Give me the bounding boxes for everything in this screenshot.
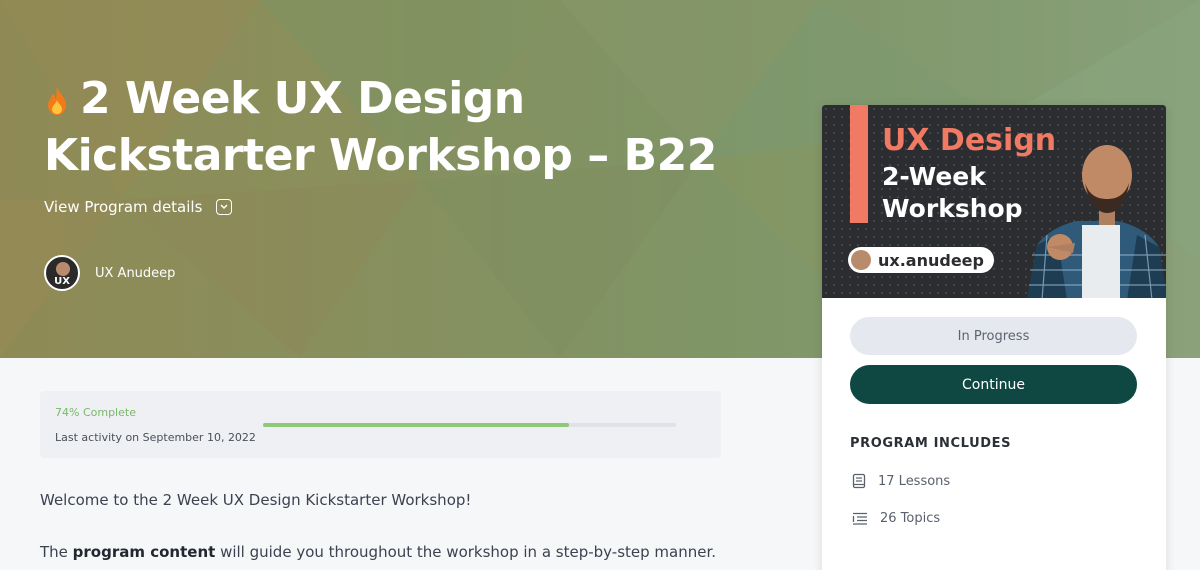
intro-suffix: will guide you throughout the workshop i… — [215, 543, 717, 561]
program-thumbnail: UX Design 2-Week Workshop ux.anudeep — [822, 105, 1166, 298]
progress-panel: 74% Complete Last activity on September … — [40, 391, 721, 458]
lessons-count: 17 Lessons — [878, 473, 951, 489]
progress-bar — [263, 423, 676, 427]
view-program-details-label: View Program details — [44, 198, 203, 216]
topics-item: 26 Topics — [852, 511, 940, 526]
chevron-down-icon[interactable] — [216, 199, 233, 215]
status-badge: In Progress — [850, 317, 1137, 355]
continue-button[interactable]: Continue — [850, 365, 1137, 404]
progress-bar-fill — [263, 423, 569, 427]
program-title: 2 Week UX Design Kickstarter Workshop – … — [44, 70, 740, 184]
last-activity: Last activity on September 10, 2022 — [55, 431, 256, 444]
program-title-line2: Kickstarter Workshop – B22 — [44, 130, 717, 181]
lessons-item: 17 Lessons — [852, 473, 950, 489]
progress-percent: 74% Complete — [55, 406, 136, 419]
welcome-text: Welcome to the 2 Week UX Design Kickstar… — [40, 491, 472, 509]
avatar-text: UX — [54, 276, 70, 287]
book-icon — [852, 473, 866, 489]
fire-icon — [44, 86, 70, 116]
program-includes-heading: PROGRAM INCLUDES — [850, 436, 1012, 451]
avatar[interactable]: UX — [44, 255, 80, 291]
thumbnail-handle: ux.anudeep — [848, 247, 994, 273]
author-name[interactable]: UX Anudeep — [95, 266, 175, 281]
view-program-details-link[interactable]: View Program details — [44, 198, 233, 216]
handle-text: ux.anudeep — [878, 250, 984, 270]
list-icon — [852, 512, 867, 525]
accent-bar — [850, 105, 868, 223]
intro-paragraph: The program content will guide you throu… — [40, 543, 716, 561]
handle-avatar — [851, 250, 871, 270]
intro-prefix: The — [40, 543, 73, 561]
instructor-photo — [1027, 145, 1166, 298]
topics-count: 26 Topics — [880, 511, 941, 526]
program-content-bold: program content — [72, 543, 216, 561]
program-title-line1: 2 Week UX Design — [80, 73, 525, 124]
title-row: 2 Week UX Design Kickstarter Workshop – … — [44, 70, 740, 184]
program-card: UX Design 2-Week Workshop ux.anudeep In … — [822, 105, 1166, 570]
author[interactable]: UX UX Anudeep — [44, 255, 175, 291]
